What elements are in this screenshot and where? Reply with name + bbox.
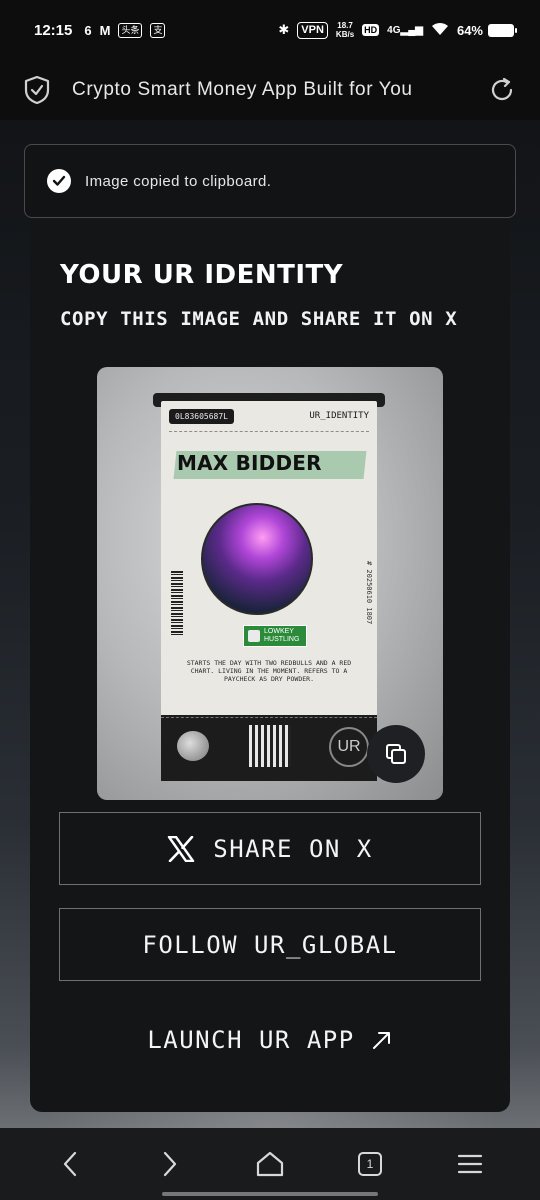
home-indicator: [162, 1192, 378, 1196]
share-on-x-button[interactable]: SHARE ON X: [59, 812, 481, 885]
battery-percent: 64%: [456, 22, 483, 38]
wifi-icon: [431, 22, 449, 39]
identity-ticket: 0L83605687L UR_IDENTITY MAX BIDDER # 202…: [161, 401, 377, 781]
ticket-top: 0L83605687L UR_IDENTITY MAX BIDDER # 202…: [161, 401, 377, 715]
barcode-graphic: [171, 571, 183, 635]
card-name: MAX BIDDER: [177, 451, 322, 475]
hd-badge: HD: [362, 24, 380, 36]
modal-subtitle: COPY THIS IMAGE AND SHARE IT ON X: [60, 308, 458, 330]
follow-button[interactable]: FOLLOW UR_GLOBAL: [59, 908, 481, 981]
personality-tag: LOWKEY HUSTLING: [243, 625, 307, 647]
qr-code: [249, 725, 291, 767]
speed-unit: KB/s: [335, 30, 355, 39]
avatar-portrait: [201, 503, 313, 615]
tag-icon: [248, 630, 260, 642]
card-label: UR_IDENTITY: [309, 411, 369, 421]
ticket-divider: [169, 431, 369, 432]
status-time: 12:15: [34, 21, 73, 39]
stub-divider: [161, 717, 377, 718]
back-button[interactable]: [46, 1140, 94, 1188]
news-app-icon: 头条: [118, 22, 143, 38]
chevron-right-icon: [163, 1151, 177, 1177]
network-type: 4G: [387, 24, 401, 36]
signal-icon: 4G▂▄▆: [387, 24, 423, 36]
page-title[interactable]: Crypto Smart Money App Built for You: [72, 79, 464, 101]
status-bar: 12:15 6 M 头条 支 ✱ VPN 18.7 KB/s HD 4G▂▄▆ …: [0, 0, 540, 60]
battery-indicator: 64%: [456, 22, 517, 38]
ticket-stub: UR: [161, 715, 377, 781]
toast-message: Image copied to clipboard.: [85, 172, 272, 190]
vpn-badge: VPN: [297, 21, 328, 39]
card-bio: STARTS THE DAY WITH TWO REDBULLS AND A R…: [186, 659, 352, 683]
share-label: SHARE ON X: [213, 834, 373, 863]
home-button[interactable]: [246, 1140, 294, 1188]
tabs-button[interactable]: 1: [346, 1140, 394, 1188]
weibo-icon: 6: [84, 22, 92, 38]
browser-header: Crypto Smart Money App Built for You: [0, 60, 540, 120]
copy-icon: [386, 744, 406, 764]
forward-button[interactable]: [146, 1140, 194, 1188]
card-date-code: # 20250610 1807: [365, 561, 373, 625]
clipboard-toast: Image copied to clipboard.: [24, 144, 516, 218]
menu-icon: [457, 1154, 483, 1174]
x-logo-icon: [168, 835, 195, 862]
home-icon: [256, 1151, 284, 1177]
gmail-icon: M: [99, 22, 111, 38]
network-speed: 18.7 KB/s: [336, 21, 354, 39]
shield-check-icon[interactable]: [24, 76, 50, 104]
identity-modal: YOUR UR IDENTITY COPY THIS IMAGE AND SHA…: [30, 220, 510, 1112]
tab-count: 1: [358, 1152, 382, 1176]
battery-icon: [488, 23, 517, 37]
bluetooth-icon: ✱: [278, 22, 290, 37]
reload-icon[interactable]: [488, 76, 516, 104]
menu-button[interactable]: [446, 1140, 494, 1188]
follow-label: FOLLOW UR_GLOBAL: [142, 930, 398, 959]
launch-app-link[interactable]: LAUNCH UR APP: [59, 1003, 481, 1076]
speed-value: 18.7: [337, 21, 353, 30]
chevron-left-icon: [63, 1151, 77, 1177]
modal-title: YOUR UR IDENTITY: [60, 260, 344, 290]
copy-image-button[interactable]: [367, 725, 425, 783]
launch-label: LAUNCH UR APP: [147, 1025, 355, 1054]
tag-text: LOWKEY HUSTLING: [264, 628, 300, 643]
alipay-icon: 支: [150, 22, 166, 38]
mascot-graphic: [177, 731, 209, 761]
external-arrow-icon: [372, 1031, 390, 1049]
check-icon: [47, 169, 71, 193]
browser-bottom-nav: 1: [0, 1128, 540, 1200]
card-id-code: 0L83605687L: [169, 409, 234, 424]
ur-coin-logo: UR: [329, 727, 369, 767]
